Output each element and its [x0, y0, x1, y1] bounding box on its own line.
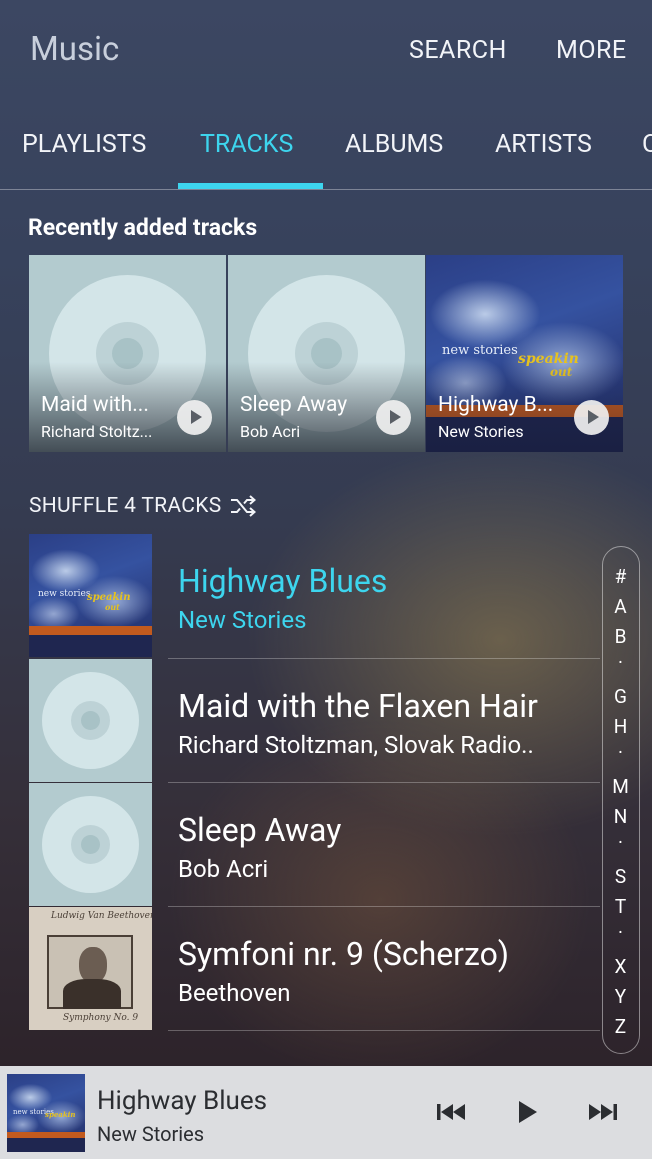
track-title: Symfoni nr. 9 (Scherzo)	[178, 935, 510, 973]
track-row[interactable]: Maid with the Flaxen Hair Richard Stoltz…	[0, 659, 600, 783]
index-letter[interactable]: M	[603, 775, 638, 798]
index-letter[interactable]: X	[603, 955, 638, 978]
index-letter[interactable]: Y	[603, 985, 638, 1008]
index-letter[interactable]: Z	[603, 1015, 638, 1038]
cd-placeholder-art	[29, 783, 152, 906]
play-icon[interactable]	[510, 1096, 546, 1128]
track-row[interactable]: new stories speakin out Highway Blues Ne…	[0, 534, 600, 659]
recent-track-title: Maid with...	[41, 393, 149, 417]
recent-track-artist: Richard Stoltz...	[41, 422, 153, 441]
track-artist: Bob Acri	[178, 855, 269, 883]
shuffle-label: SHUFFLE 4 TRACKS	[29, 494, 222, 518]
skip-previous-icon[interactable]	[433, 1096, 469, 1128]
track-row[interactable]: Sleep Away Bob Acri	[0, 783, 600, 907]
track-title: Highway Blues	[178, 562, 388, 600]
play-icon[interactable]	[376, 400, 411, 435]
recent-track-artist: New Stories	[438, 422, 524, 441]
track-artist: Beethoven	[178, 979, 291, 1007]
index-separator: ·	[618, 831, 623, 854]
skip-next-icon[interactable]	[585, 1096, 621, 1128]
index-letter[interactable]: A	[603, 595, 638, 618]
track-title: Sleep Away	[178, 811, 342, 849]
recent-track-card[interactable]: Maid with... Richard Stoltz...	[29, 255, 226, 452]
now-playing-title: Highway Blues	[97, 1086, 268, 1116]
index-letter[interactable]: #	[603, 565, 638, 588]
recent-track-card[interactable]: Sleep Away Bob Acri	[228, 255, 425, 452]
index-letter[interactable]: H	[603, 715, 638, 738]
index-letter[interactable]: S	[603, 865, 638, 888]
track-artist: Richard Stoltzman, Slovak Radio..	[178, 731, 534, 759]
index-letter[interactable]: N	[603, 805, 638, 828]
index-letter[interactable]: B	[603, 625, 638, 648]
new-stories-album-art: new stories speakin out	[29, 534, 152, 657]
recent-track-artist: Bob Acri	[240, 422, 301, 441]
tab-composers[interactable]: C	[642, 130, 652, 159]
shuffle-icon	[230, 495, 256, 517]
tab-bar: PLAYLISTS TRACKS ALBUMS ARTISTS C	[0, 110, 652, 190]
track-artist: New Stories	[178, 606, 307, 634]
track-row[interactable]: Ludwig Van Beethoven Symphony No. 9 Symf…	[0, 907, 600, 1031]
more-button[interactable]: MORE	[556, 36, 627, 65]
track-title: Maid with the Flaxen Hair	[178, 687, 538, 725]
new-stories-album-art: new stories speakin	[7, 1074, 85, 1152]
index-letter[interactable]: T	[603, 895, 638, 918]
recent-track-title: Highway B...	[438, 393, 554, 417]
index-letter[interactable]: G	[603, 685, 638, 708]
index-separator: ·	[618, 741, 623, 764]
index-separator: ·	[618, 921, 623, 944]
play-icon[interactable]	[574, 400, 609, 435]
alphabet-index-scroller[interactable]: # A B · G H · M N · S T · X Y Z	[602, 546, 640, 1054]
cd-placeholder-art	[29, 659, 152, 782]
now-playing-artist: New Stories	[97, 1122, 205, 1146]
recently-added-heading: Recently added tracks	[28, 214, 258, 241]
mini-player[interactable]: new stories speakin Highway Blues New St…	[0, 1066, 652, 1159]
app-title: Music	[30, 30, 120, 69]
tab-tracks[interactable]: TRACKS	[200, 130, 293, 159]
search-button[interactable]: SEARCH	[409, 36, 507, 65]
play-icon[interactable]	[177, 400, 212, 435]
beethoven-album-art: Ludwig Van Beethoven Symphony No. 9	[29, 907, 152, 1030]
tab-artists[interactable]: ARTISTS	[495, 130, 592, 159]
index-separator: ·	[618, 651, 623, 674]
active-tab-indicator	[178, 183, 323, 189]
recent-track-card[interactable]: new stories speakin out Highway B... New…	[426, 255, 623, 452]
tab-playlists[interactable]: PLAYLISTS	[22, 130, 146, 159]
tab-albums[interactable]: ALBUMS	[345, 130, 443, 159]
shuffle-button[interactable]: SHUFFLE 4 TRACKS	[29, 494, 256, 518]
recent-track-title: Sleep Away	[240, 393, 348, 417]
